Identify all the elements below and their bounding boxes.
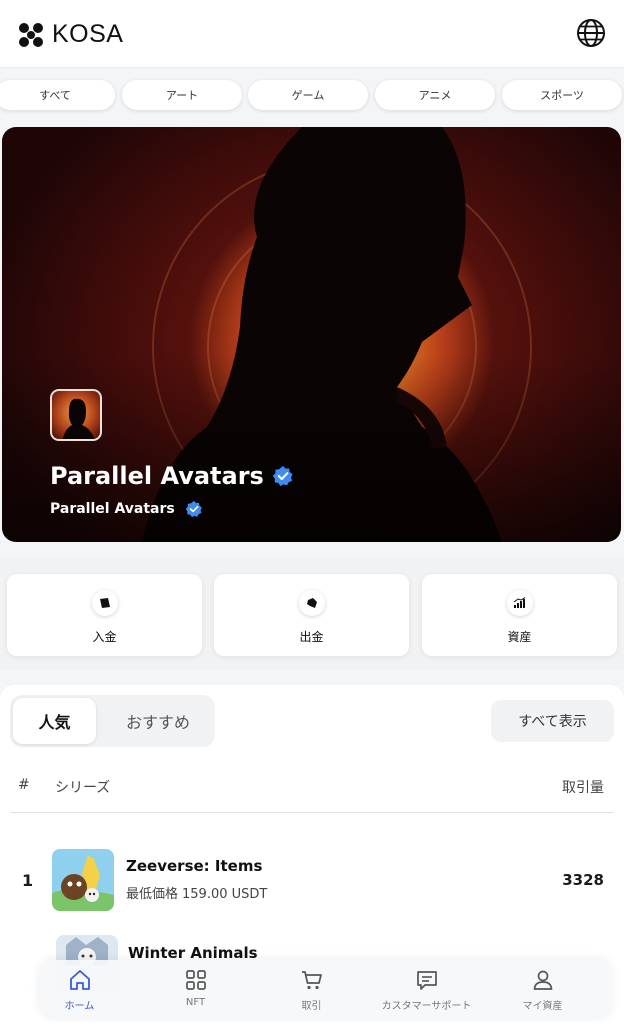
- deposit-button[interactable]: 入金: [7, 574, 202, 656]
- collection-title: Parallel Avatars: [50, 462, 294, 490]
- divider: [10, 812, 614, 813]
- row-volume: 3328: [562, 871, 604, 889]
- tab-trade[interactable]: 取引: [254, 960, 369, 1020]
- tab-my-assets[interactable]: マイ資産: [485, 960, 600, 1020]
- home-icon: [69, 970, 90, 990]
- table-row[interactable]: 1 Zeeverse: Items 最低価格 159.00 USDT 3328: [0, 847, 624, 917]
- collection-creator: Parallel Avatars: [50, 500, 203, 518]
- collection-title-text: Parallel Avatars: [50, 462, 264, 490]
- collection-thumbnail: [52, 849, 114, 911]
- category-chip-art[interactable]: アート: [122, 80, 242, 110]
- withdraw-label: 出金: [299, 630, 324, 644]
- floor-price-label: 最低価格: [126, 887, 179, 902]
- column-volume[interactable]: 取引量: [562, 777, 604, 797]
- deposit-icon: [91, 590, 118, 616]
- verified-badge-icon: [185, 500, 202, 518]
- category-chip-sports[interactable]: スポーツ: [502, 80, 622, 110]
- assets-button[interactable]: 資産: [422, 574, 617, 656]
- category-chip-anime[interactable]: アニメ: [375, 80, 495, 110]
- brand-name: KOSA: [52, 20, 124, 48]
- globe-icon[interactable]: [576, 18, 606, 48]
- bottom-tab-bar: ホーム NFT 取引 カスタマーサポート マイ資産: [38, 960, 613, 1020]
- kosa-logo-icon: [19, 22, 43, 47]
- column-rank: #: [18, 777, 30, 793]
- tab-popular[interactable]: 人気: [13, 698, 96, 744]
- collection-creator-text: Parallel Avatars: [50, 501, 175, 517]
- collection-avatar: [50, 389, 102, 441]
- tab-support[interactable]: カスタマーサポート: [369, 960, 484, 1020]
- tab-nft[interactable]: NFT: [138, 960, 253, 1020]
- show-all-button[interactable]: すべて表示: [491, 700, 614, 742]
- column-series: シリーズ: [55, 780, 111, 796]
- tab-my-assets-label: マイ資産: [522, 1001, 563, 1012]
- collection-name: Zeeverse: Items: [126, 857, 263, 875]
- tab-nft-label: NFT: [185, 997, 206, 1008]
- tab-recommended[interactable]: おすすめ: [104, 698, 212, 744]
- withdraw-button[interactable]: 出金: [214, 574, 409, 656]
- brand-logo[interactable]: KOSA: [18, 20, 123, 49]
- featured-banner[interactable]: Parallel Avatars Parallel Avatars: [2, 127, 621, 542]
- floor-price: 最低価格 159.00 USDT: [126, 883, 267, 902]
- app-header: KOSA: [0, 0, 624, 68]
- tab-home-label: ホーム: [64, 1001, 95, 1012]
- user-icon: [533, 970, 552, 990]
- withdraw-icon: [298, 590, 325, 616]
- support-message-icon: [416, 971, 437, 990]
- grid-icon: [185, 970, 206, 990]
- tab-trade-label: 取引: [301, 1001, 322, 1012]
- tab-support-label: カスタマーサポート: [381, 1001, 472, 1012]
- row-rank: 1: [22, 871, 34, 890]
- assets-label: 資産: [507, 630, 532, 644]
- verified-badge-icon: [272, 466, 293, 486]
- floor-price-value: 159.00 USDT: [182, 887, 268, 902]
- ranking-segmented-control: 人気 おすすめ: [10, 695, 215, 747]
- assets-chart-icon: [506, 590, 533, 616]
- quick-actions: 入金 出金 資産: [0, 558, 624, 670]
- table-header: # シリーズ 取引量: [0, 777, 624, 799]
- category-chip-all[interactable]: すべて: [0, 80, 115, 110]
- deposit-label: 入金: [92, 630, 117, 644]
- category-chips: すべて アート ゲーム アニメ スポーツ: [0, 80, 624, 110]
- tab-home[interactable]: ホーム: [22, 960, 137, 1020]
- category-chip-game[interactable]: ゲーム: [248, 80, 368, 110]
- cart-icon: [301, 971, 322, 990]
